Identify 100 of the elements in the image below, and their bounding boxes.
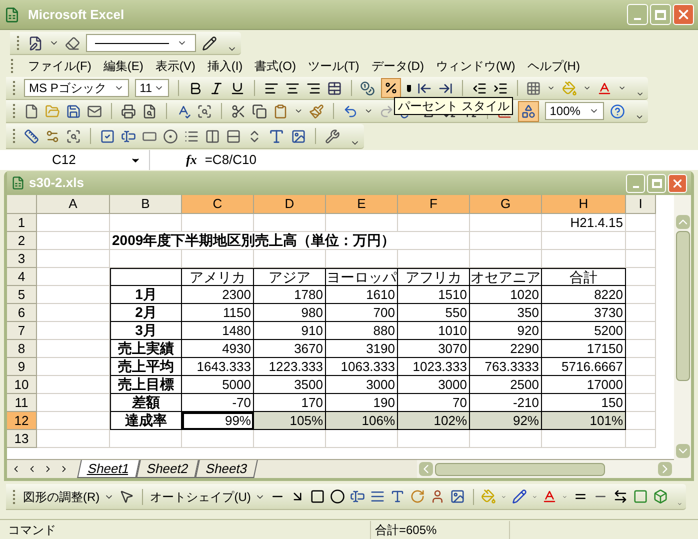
menu-item[interactable]: ツール(T) — [308, 57, 360, 75]
row-header[interactable]: 5 — [7, 286, 37, 304]
menu-item[interactable]: ファイル(F) — [28, 57, 92, 75]
sheet-tab[interactable]: Sheet3 — [196, 460, 259, 478]
table-cell: 1780 — [254, 286, 326, 304]
table-cell: 3190 — [326, 340, 398, 358]
table-cell: 1643.333 — [182, 358, 254, 376]
menu-item[interactable]: 書式(O) — [254, 57, 296, 75]
status-sum: 合計=605% — [370, 520, 510, 538]
row-header[interactable]: 9 — [7, 358, 37, 376]
table-header-cell: オセアニア — [470, 268, 542, 286]
table-header-cell: 1月 — [110, 286, 182, 304]
row-header[interactable]: 8 — [7, 340, 37, 358]
table-cell: 1020 — [470, 286, 542, 304]
table-cell: 99% — [182, 412, 254, 430]
table-cell: 190 — [326, 394, 398, 412]
table-cell: 550 — [398, 304, 470, 322]
column-header[interactable]: D — [254, 195, 326, 214]
table-header-cell: 売上目標 — [110, 376, 182, 394]
table-cell: 763.3333 — [470, 358, 542, 376]
table-cell: 1480 — [182, 322, 254, 340]
table-cell: 70 — [398, 394, 470, 412]
table-cell: 5000 — [182, 376, 254, 394]
table-header-cell: アジア — [254, 268, 326, 286]
table-header-cell: ヨーロッパ — [326, 268, 398, 286]
table-header-cell: アメリカ — [182, 268, 254, 286]
table-cell: 4930 — [182, 340, 254, 358]
menu-item[interactable]: データ(D) — [371, 57, 424, 75]
table-cell: 8220 — [542, 286, 626, 304]
column-header[interactable]: H — [542, 195, 626, 214]
menu-item[interactable]: ウィンドウ(W) — [436, 57, 516, 75]
row-header[interactable]: 7 — [7, 322, 37, 340]
table-cell: 920 — [470, 322, 542, 340]
column-header[interactable]: G — [470, 195, 542, 214]
column-header[interactable]: C — [182, 195, 254, 214]
insert-function-label[interactable]: fx — [186, 150, 197, 170]
table-cell: 980 — [254, 304, 326, 322]
menu-item[interactable]: 挿入(I) — [207, 57, 243, 75]
workbook-title: s30-2.xls — [29, 174, 84, 192]
table-header-cell: 差額 — [110, 394, 182, 412]
window-title: Microsoft Excel — [28, 6, 124, 24]
row-header[interactable]: 3 — [7, 250, 37, 268]
row-header[interactable]: 4 — [7, 268, 37, 286]
menu-item[interactable]: 編集(E) — [103, 57, 144, 75]
table-cell: 17000 — [542, 376, 626, 394]
table-cell: 350 — [470, 304, 542, 322]
table-cell: 3730 — [542, 304, 626, 322]
column-header[interactable]: A — [37, 195, 110, 214]
row-header[interactable]: 12 — [7, 412, 37, 430]
column-header[interactable]: I — [626, 195, 656, 214]
table-cell: 1063.333 — [326, 358, 398, 376]
table-cell: 910 — [254, 322, 326, 340]
table-cell: 1223.333 — [254, 358, 326, 376]
draw-menu[interactable]: 図形の調整(R) — [23, 488, 114, 506]
table-header-cell: 合計 — [542, 268, 626, 286]
table-cell: -210 — [470, 394, 542, 412]
font-name-field[interactable]: MS Pゴシック — [24, 79, 129, 97]
table-cell: 105% — [254, 412, 326, 430]
table-cell: 1023.333 — [398, 358, 470, 376]
row-header[interactable]: 2 — [7, 232, 37, 250]
column-header[interactable]: B — [110, 195, 182, 214]
menu-item[interactable]: 表示(V) — [155, 57, 196, 75]
table-header-cell: アフリカ — [398, 268, 470, 286]
table-cell: 2300 — [182, 286, 254, 304]
font-size-field[interactable]: 11 — [134, 79, 170, 97]
table-cell: 106% — [326, 412, 398, 430]
row-header[interactable]: 1 — [7, 214, 37, 232]
column-header[interactable]: E — [326, 195, 398, 214]
table-cell: 2290 — [470, 340, 542, 358]
table-cell: 92% — [470, 412, 542, 430]
table-cell: 1510 — [398, 286, 470, 304]
name-box[interactable]: C12 — [0, 150, 150, 170]
status-mode: コマンド — [7, 522, 57, 538]
table-cell: 5716.6667 — [542, 358, 626, 376]
formula-field[interactable]: =C8/C10 — [204, 150, 698, 170]
table-cell: 2500 — [470, 376, 542, 394]
table-cell: 1010 — [398, 322, 470, 340]
autoshape-menu[interactable]: オートシェイプ(U) — [150, 488, 265, 506]
row-header[interactable]: 6 — [7, 304, 37, 322]
row-header[interactable]: 11 — [7, 394, 37, 412]
table-cell: 3000 — [398, 376, 470, 394]
row-header[interactable]: 10 — [7, 376, 37, 394]
zoom-field[interactable]: 100% — [544, 102, 604, 120]
table-cell: 3070 — [398, 340, 470, 358]
table-cell: -70 — [182, 394, 254, 412]
table-cell: 3670 — [254, 340, 326, 358]
table-cell: 17150 — [542, 340, 626, 358]
sheet-tab[interactable]: Sheet1 — [77, 460, 140, 478]
table-cell: 3000 — [326, 376, 398, 394]
table-cell: 880 — [326, 322, 398, 340]
table-cell: 170 — [254, 394, 326, 412]
table-header-cell: 3月 — [110, 322, 182, 340]
table-cell: 1150 — [182, 304, 254, 322]
table-cell: 150 — [542, 394, 626, 412]
table-cell: 102% — [398, 412, 470, 430]
menu-item[interactable]: ヘルプ(H) — [527, 57, 580, 75]
table-cell: 1610 — [326, 286, 398, 304]
column-header[interactable]: F — [398, 195, 470, 214]
row-header[interactable]: 13 — [7, 430, 37, 448]
sheet-tab[interactable]: Sheet2 — [136, 460, 200, 478]
